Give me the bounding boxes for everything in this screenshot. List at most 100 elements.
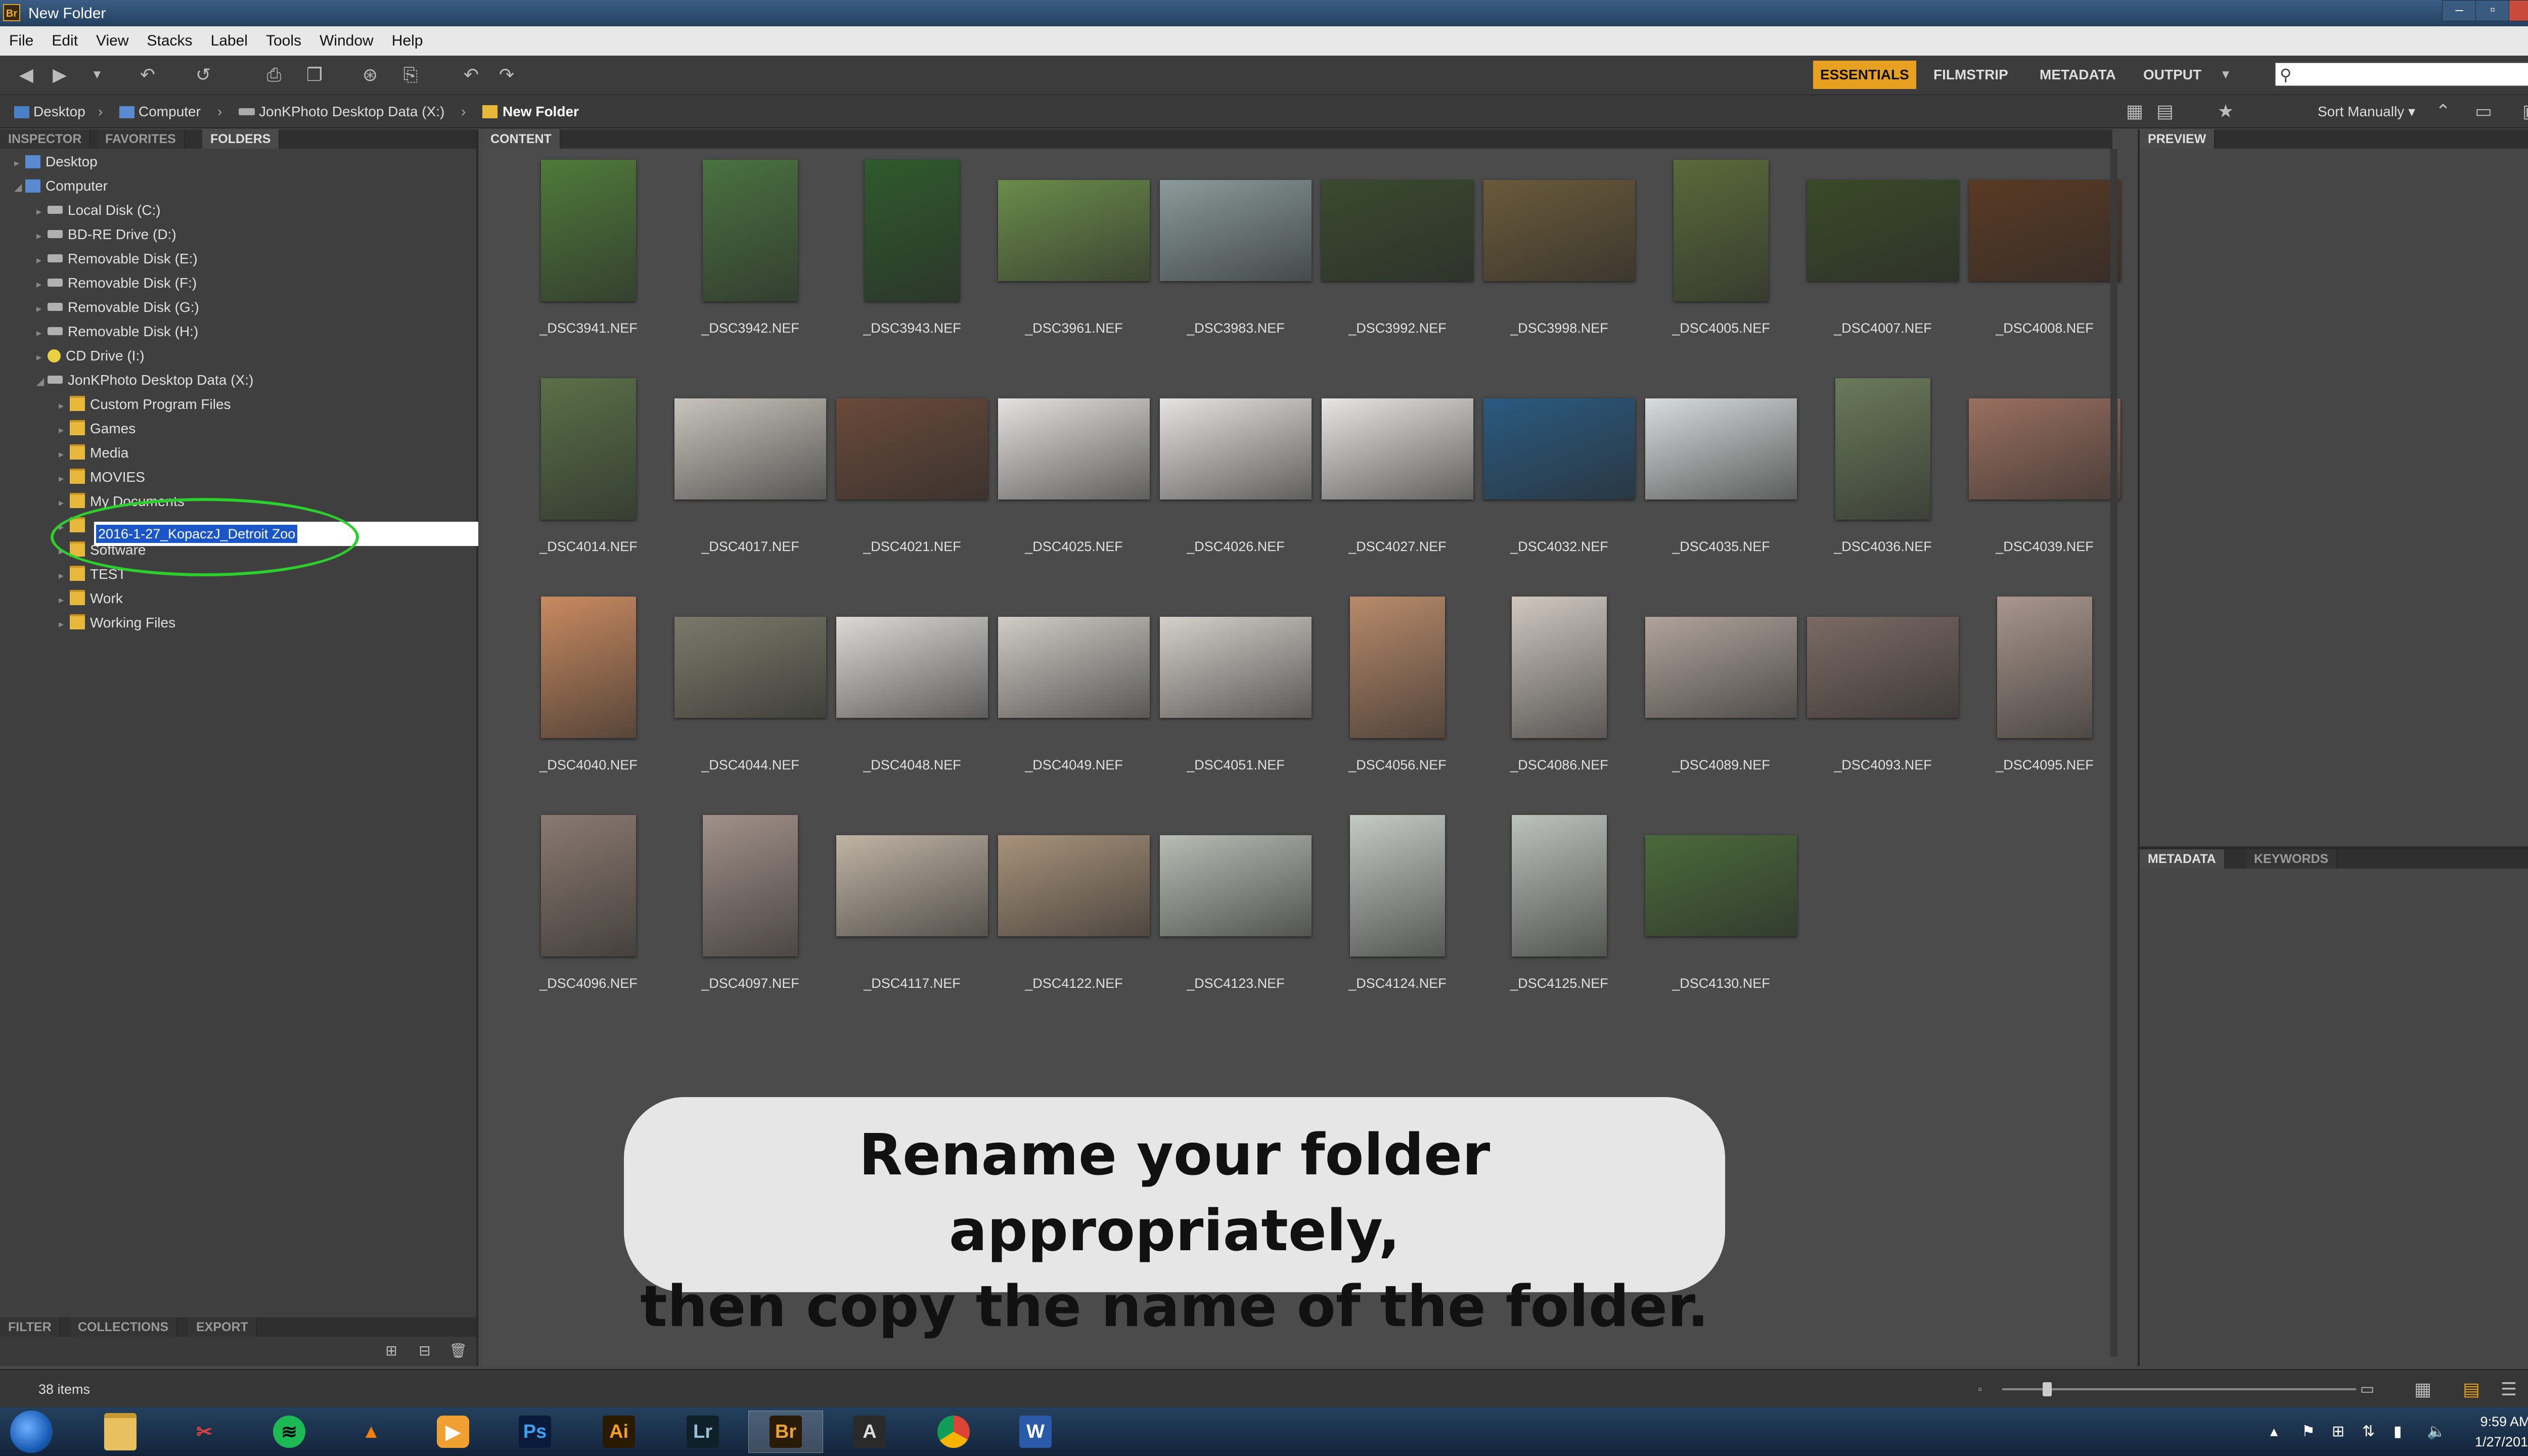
thumbnail-filename[interactable]: _DSC3942.NEF bbox=[664, 321, 836, 336]
thumbnail-item[interactable]: _DSC4021.NEF bbox=[836, 368, 988, 580]
thumbnail-item[interactable]: _DSC4125.NEF bbox=[1483, 805, 1635, 1017]
thumbnail-filename[interactable]: _DSC4026.NEF bbox=[1150, 539, 1322, 555]
thumbnail-filename[interactable]: _DSC4014.NEF bbox=[503, 539, 674, 555]
tab-folders[interactable]: FOLDERS bbox=[202, 129, 280, 149]
smaller-thumbnails-icon[interactable]: ▫ bbox=[1969, 1378, 1991, 1400]
thumbnail-size-slider[interactable] bbox=[2002, 1388, 2356, 1390]
expand-arrow-icon[interactable]: ▸ bbox=[59, 442, 70, 467]
thumbnail-filename[interactable]: _DSC4021.NEF bbox=[826, 539, 998, 555]
expand-arrow-icon[interactable]: ▸ bbox=[36, 321, 48, 345]
taskbar-snipping-button[interactable]: ✂ bbox=[167, 1410, 242, 1453]
photo-thumbnail[interactable] bbox=[541, 815, 636, 957]
thumbnail-filename[interactable]: _DSC4025.NEF bbox=[988, 539, 1160, 555]
photo-thumbnail[interactable] bbox=[1835, 378, 1930, 520]
thumbnail-filename[interactable]: _DSC4130.NEF bbox=[1635, 976, 1807, 991]
thumbnail-filename[interactable]: _DSC4036.NEF bbox=[1797, 539, 1969, 555]
thumbnail-filename[interactable]: _DSC4040.NEF bbox=[503, 757, 674, 773]
thumbnail-item[interactable]: _DSC4044.NEF bbox=[674, 586, 826, 799]
expand-arrow-icon[interactable]: ▸ bbox=[36, 272, 48, 297]
expand-arrow-icon[interactable]: ▸ bbox=[59, 564, 70, 588]
thumbnail-filename[interactable]: _DSC3998.NEF bbox=[1473, 321, 1645, 336]
photo-thumbnail[interactable] bbox=[836, 835, 988, 936]
new-collection-icon[interactable]: ⊞ bbox=[380, 1340, 402, 1362]
thumbnail-item[interactable]: _DSC4051.NEF bbox=[1160, 586, 1312, 799]
expand-arrow-icon[interactable]: ▸ bbox=[59, 467, 70, 491]
taskbar-illustrator-button[interactable]: Ai bbox=[581, 1410, 656, 1453]
menu-edit[interactable]: Edit bbox=[42, 26, 87, 56]
thumbnail-item[interactable]: _DSC4005.NEF bbox=[1645, 150, 1797, 362]
photo-thumbnail[interactable] bbox=[1160, 180, 1312, 281]
breadcrumb-computer[interactable]: Computer bbox=[119, 95, 201, 128]
taskbar-vlc-button[interactable]: ▲ bbox=[334, 1410, 409, 1453]
thumbnail-item[interactable]: _DSC4008.NEF bbox=[1969, 150, 2120, 362]
thumbnail-filename[interactable]: _DSC4007.NEF bbox=[1797, 321, 1969, 336]
thumbnail-item[interactable]: _DSC4032.NEF bbox=[1483, 368, 1635, 580]
photo-thumbnail[interactable] bbox=[998, 617, 1150, 718]
start-button[interactable] bbox=[10, 1410, 53, 1453]
photo-thumbnail[interactable] bbox=[1350, 815, 1445, 957]
expand-arrow-icon[interactable]: ▸ bbox=[59, 612, 70, 636]
tab-favorites[interactable]: FAVORITES bbox=[97, 129, 185, 149]
thumbnail-filename[interactable]: _DSC4086.NEF bbox=[1473, 757, 1645, 773]
thumbnail-item[interactable]: _DSC3998.NEF bbox=[1483, 150, 1635, 362]
thumbnail-item[interactable]: _DSC4122.NEF bbox=[998, 805, 1150, 1017]
photo-thumbnail[interactable] bbox=[703, 160, 798, 301]
breadcrumb-drive[interactable]: JonKPhoto Desktop Data (X:) bbox=[239, 95, 444, 128]
photo-thumbnail[interactable] bbox=[998, 835, 1150, 936]
tree-item[interactable]: ▸ Removable Disk (H:) bbox=[36, 320, 198, 344]
expand-arrow-icon[interactable]: ▸ bbox=[36, 345, 48, 370]
workspace-essentials[interactable]: ESSENTIALS bbox=[1813, 61, 1916, 89]
thumbnail-filename[interactable]: _DSC4125.NEF bbox=[1473, 976, 1645, 991]
photo-thumbnail[interactable] bbox=[1807, 617, 1959, 718]
sort-dropdown[interactable]: Sort Manually ▾ bbox=[2318, 95, 2415, 128]
photo-thumbnail[interactable] bbox=[1483, 398, 1635, 499]
tree-item[interactable]: ▸ Removable Disk (E:) bbox=[36, 247, 198, 271]
expand-arrow-icon[interactable]: ▸ bbox=[36, 200, 48, 224]
content-scrollbar[interactable] bbox=[2110, 149, 2117, 1357]
tree-item[interactable]: ▸ MOVIES bbox=[59, 465, 145, 489]
taskbar-word-button[interactable]: W bbox=[998, 1410, 1073, 1453]
forward-arrow-icon[interactable]: ▶ bbox=[49, 64, 71, 86]
thumbnail-filename[interactable]: _DSC4124.NEF bbox=[1312, 976, 1483, 991]
minimize-button[interactable]: – bbox=[2442, 0, 2476, 21]
thumbnail-filename[interactable]: _DSC4117.NEF bbox=[826, 976, 998, 991]
open-recent-folder-icon[interactable]: ▭ bbox=[2472, 100, 2495, 122]
thumbnail-item[interactable]: _DSC3943.NEF bbox=[836, 150, 988, 362]
thumbnail-item[interactable]: _DSC3941.NEF bbox=[513, 150, 664, 362]
rotate-left-icon[interactable]: ↶ bbox=[460, 64, 482, 86]
taskbar-chrome-button[interactable] bbox=[916, 1410, 991, 1453]
tree-item[interactable]: ▸ Desktop bbox=[14, 150, 98, 174]
thumbnail-filename[interactable]: _DSC3943.NEF bbox=[826, 321, 998, 336]
thumbnail-filename[interactable]: _DSC4005.NEF bbox=[1635, 321, 1807, 336]
photo-thumbnail[interactable] bbox=[1645, 398, 1797, 499]
taskbar-explorer-button[interactable] bbox=[83, 1410, 158, 1453]
thumbnail-filename[interactable]: _DSC4027.NEF bbox=[1312, 539, 1483, 555]
slider-handle[interactable] bbox=[2043, 1382, 2052, 1396]
thumbnail-filename[interactable]: _DSC4122.NEF bbox=[988, 976, 1160, 991]
thumbnail-item[interactable]: _DSC3992.NEF bbox=[1322, 150, 1473, 362]
tree-item[interactable]: ◢ JonKPhoto Desktop Data (X:) bbox=[36, 368, 253, 392]
tab-filter[interactable]: FILTER bbox=[0, 1317, 60, 1337]
taskbar-bridge-button[interactable]: Br bbox=[748, 1410, 823, 1453]
thumbnail-filename[interactable]: _DSC3983.NEF bbox=[1150, 321, 1322, 336]
breadcrumb-current[interactable]: New Folder bbox=[482, 95, 579, 128]
photo-thumbnail[interactable] bbox=[1645, 617, 1797, 718]
back-arrow-icon[interactable]: ◀ bbox=[15, 64, 37, 86]
photo-thumbnail[interactable] bbox=[1160, 617, 1312, 718]
review-mode-icon[interactable]: ⊛ bbox=[359, 64, 381, 86]
taskbar-media-player-button[interactable]: ▶ bbox=[416, 1410, 490, 1453]
rotate-right-icon[interactable]: ↷ bbox=[495, 64, 518, 86]
thumbnail-item[interactable]: _DSC4039.NEF bbox=[1969, 368, 2120, 580]
larger-thumbnails-icon[interactable]: ▭ bbox=[2356, 1378, 2378, 1400]
thumbnail-item[interactable]: _DSC4097.NEF bbox=[674, 805, 826, 1017]
search-input[interactable]: ⚲ bbox=[2275, 63, 2528, 86]
tab-collections[interactable]: COLLECTIONS bbox=[70, 1317, 177, 1337]
photo-thumbnail[interactable] bbox=[1322, 398, 1473, 499]
taskbar-lightroom-button[interactable]: Lr bbox=[665, 1410, 740, 1453]
thumbnail-filename[interactable]: _DSC4095.NEF bbox=[1959, 757, 2131, 773]
thumbnail-item[interactable]: _DSC4056.NEF bbox=[1322, 586, 1473, 799]
workspace-metadata[interactable]: METADATA bbox=[2033, 61, 2123, 89]
network-icon[interactable]: ⇅ bbox=[2362, 1423, 2375, 1440]
thumbnail-filename[interactable]: _DSC3992.NEF bbox=[1312, 321, 1483, 336]
tree-item[interactable]: ▸ Removable Disk (F:) bbox=[36, 271, 197, 295]
